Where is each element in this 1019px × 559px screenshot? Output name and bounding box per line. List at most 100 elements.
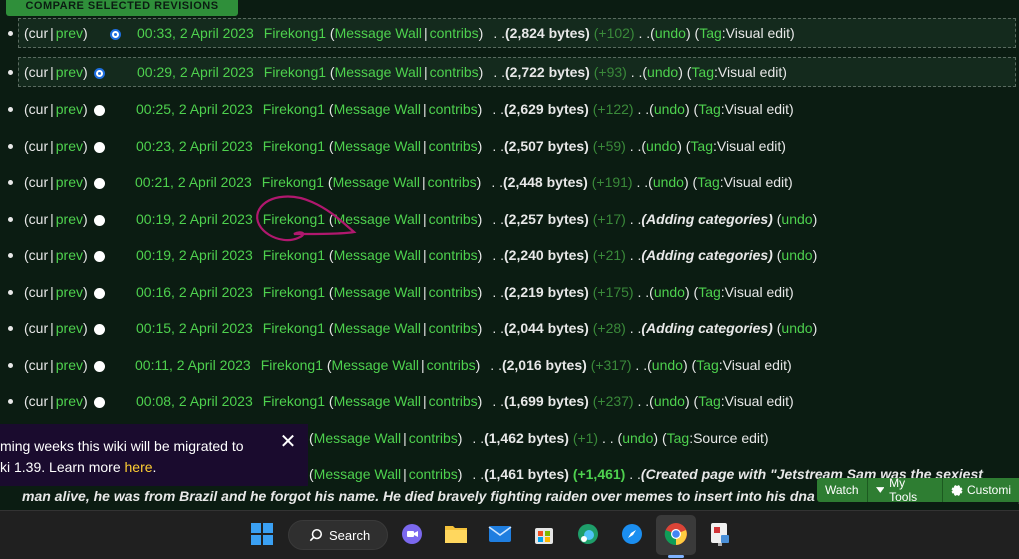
- contribs-link[interactable]: contribs: [429, 386, 478, 416]
- user-link[interactable]: Firekong1: [263, 277, 325, 307]
- user-link[interactable]: Firekong1: [264, 18, 326, 48]
- user-link[interactable]: Firekong1: [263, 131, 325, 161]
- prev-link[interactable]: prev: [56, 94, 83, 124]
- undo-link[interactable]: undo: [655, 18, 686, 48]
- notice-learn-more-link[interactable]: here: [125, 459, 153, 475]
- message-wall-link[interactable]: Message Wall: [334, 277, 421, 307]
- message-wall-link[interactable]: Message Wall: [334, 313, 421, 343]
- user-link[interactable]: Firekong1: [261, 350, 323, 380]
- cur-link[interactable]: cur: [29, 131, 48, 161]
- revision-timestamp-link[interactable]: 00:23, 2 April 2023: [136, 131, 253, 161]
- cur-link[interactable]: cur: [29, 18, 48, 48]
- revision-timestamp-link[interactable]: 00:21, 2 April 2023: [135, 167, 252, 197]
- revision-timestamp-link[interactable]: 00:15, 2 April 2023: [136, 313, 253, 343]
- user-link[interactable]: Firekong1: [263, 313, 325, 343]
- revision-radio[interactable]: [93, 250, 105, 262]
- tag-link[interactable]: Tag: [690, 131, 713, 161]
- undo-link[interactable]: undo: [652, 350, 683, 380]
- undo-link[interactable]: undo: [647, 57, 678, 87]
- revision-timestamp-link[interactable]: 00:29, 2 April 2023: [137, 57, 254, 87]
- cur-link[interactable]: cur: [29, 94, 48, 124]
- customize-button[interactable]: Customi: [943, 478, 1019, 502]
- revision-radio[interactable]: [93, 104, 105, 116]
- prev-link[interactable]: prev: [56, 386, 83, 416]
- message-wall-link[interactable]: Message Wall: [333, 167, 420, 197]
- prev-link[interactable]: prev: [56, 18, 83, 48]
- contribs-link[interactable]: contribs: [428, 167, 477, 197]
- undo-link[interactable]: undo: [654, 94, 685, 124]
- close-icon[interactable]: ✕: [278, 432, 298, 453]
- contribs-link[interactable]: contribs: [429, 94, 478, 124]
- message-wall-link[interactable]: Message Wall: [314, 423, 401, 453]
- revision-radio[interactable]: [93, 396, 105, 408]
- revision-timestamp-link[interactable]: 00:19, 2 April 2023: [136, 240, 253, 270]
- undo-link[interactable]: undo: [654, 386, 685, 416]
- prev-link[interactable]: prev: [56, 204, 83, 234]
- cur-link[interactable]: cur: [29, 313, 48, 343]
- user-link[interactable]: Firekong1: [263, 94, 325, 124]
- prev-link[interactable]: prev: [56, 350, 83, 380]
- undo-link[interactable]: undo: [781, 204, 812, 234]
- prev-link[interactable]: prev: [56, 167, 83, 197]
- revision-timestamp-link[interactable]: 00:08, 2 April 2023: [136, 386, 253, 416]
- tag-link[interactable]: Tag: [697, 167, 720, 197]
- app-icon[interactable]: [706, 520, 734, 548]
- undo-link[interactable]: undo: [781, 240, 812, 270]
- message-wall-link[interactable]: Message Wall: [334, 386, 421, 416]
- contribs-link[interactable]: contribs: [429, 277, 478, 307]
- message-wall-link[interactable]: Message Wall: [334, 131, 421, 161]
- revision-timestamp-link[interactable]: 00:16, 2 April 2023: [136, 277, 253, 307]
- tag-link[interactable]: Tag: [696, 350, 719, 380]
- revision-radio[interactable]: [109, 28, 121, 40]
- revision-timestamp-link[interactable]: 00:11, 2 April 2023: [135, 350, 251, 380]
- user-link[interactable]: Firekong1: [263, 240, 325, 270]
- revision-radio[interactable]: [93, 323, 105, 335]
- message-wall-link[interactable]: Message Wall: [314, 459, 401, 489]
- compare-revisions-button[interactable]: COMPARE SELECTED REVISIONS: [6, 0, 238, 16]
- tag-link[interactable]: Tag: [698, 94, 721, 124]
- revision-radio[interactable]: [93, 214, 105, 226]
- message-wall-link[interactable]: Message Wall: [334, 240, 421, 270]
- undo-link[interactable]: undo: [622, 423, 653, 453]
- my-tools-button[interactable]: My Tools: [868, 476, 943, 504]
- watch-button[interactable]: Watch: [817, 478, 868, 502]
- revision-timestamp-link[interactable]: 00:33, 2 April 2023: [137, 18, 254, 48]
- prev-link[interactable]: prev: [56, 131, 83, 161]
- user-link[interactable]: Firekong1: [262, 167, 324, 197]
- safari-compass-icon[interactable]: [618, 520, 646, 548]
- message-wall-link[interactable]: Message Wall: [332, 350, 419, 380]
- prev-link[interactable]: prev: [56, 313, 83, 343]
- taskbar-search[interactable]: Search: [288, 520, 388, 550]
- message-wall-link[interactable]: Message Wall: [335, 18, 422, 48]
- revision-timestamp-link[interactable]: 00:25, 2 April 2023: [136, 94, 253, 124]
- cur-link[interactable]: cur: [29, 167, 48, 197]
- contribs-link[interactable]: contribs: [430, 18, 479, 48]
- message-wall-link[interactable]: Message Wall: [334, 94, 421, 124]
- contribs-link[interactable]: contribs: [429, 131, 478, 161]
- revision-radio[interactable]: [93, 141, 105, 153]
- tag-link[interactable]: Tag: [698, 386, 721, 416]
- file-explorer-icon[interactable]: [442, 520, 470, 548]
- mail-icon[interactable]: [486, 520, 514, 548]
- revision-radio[interactable]: [93, 177, 105, 189]
- contribs-link[interactable]: contribs: [409, 423, 458, 453]
- cur-link[interactable]: cur: [29, 240, 48, 270]
- contribs-link[interactable]: contribs: [429, 240, 478, 270]
- revision-timestamp-link[interactable]: 00:19, 2 April 2023: [136, 204, 253, 234]
- contribs-link[interactable]: contribs: [409, 459, 458, 489]
- revision-radio[interactable]: [93, 287, 105, 299]
- user-link[interactable]: Firekong1: [263, 386, 325, 416]
- revision-radio[interactable]: [93, 360, 105, 372]
- store-icon[interactable]: [530, 520, 558, 548]
- edge-icon[interactable]: [574, 520, 602, 548]
- prev-link[interactable]: prev: [56, 57, 83, 87]
- tag-link[interactable]: Tag: [691, 57, 714, 87]
- cur-link[interactable]: cur: [29, 204, 48, 234]
- contribs-link[interactable]: contribs: [429, 313, 478, 343]
- message-wall-link[interactable]: Message Wall: [335, 57, 422, 87]
- contribs-link[interactable]: contribs: [427, 350, 476, 380]
- undo-link[interactable]: undo: [654, 277, 685, 307]
- chat-app-icon[interactable]: [398, 520, 426, 548]
- undo-link[interactable]: undo: [781, 313, 812, 343]
- prev-link[interactable]: prev: [56, 240, 83, 270]
